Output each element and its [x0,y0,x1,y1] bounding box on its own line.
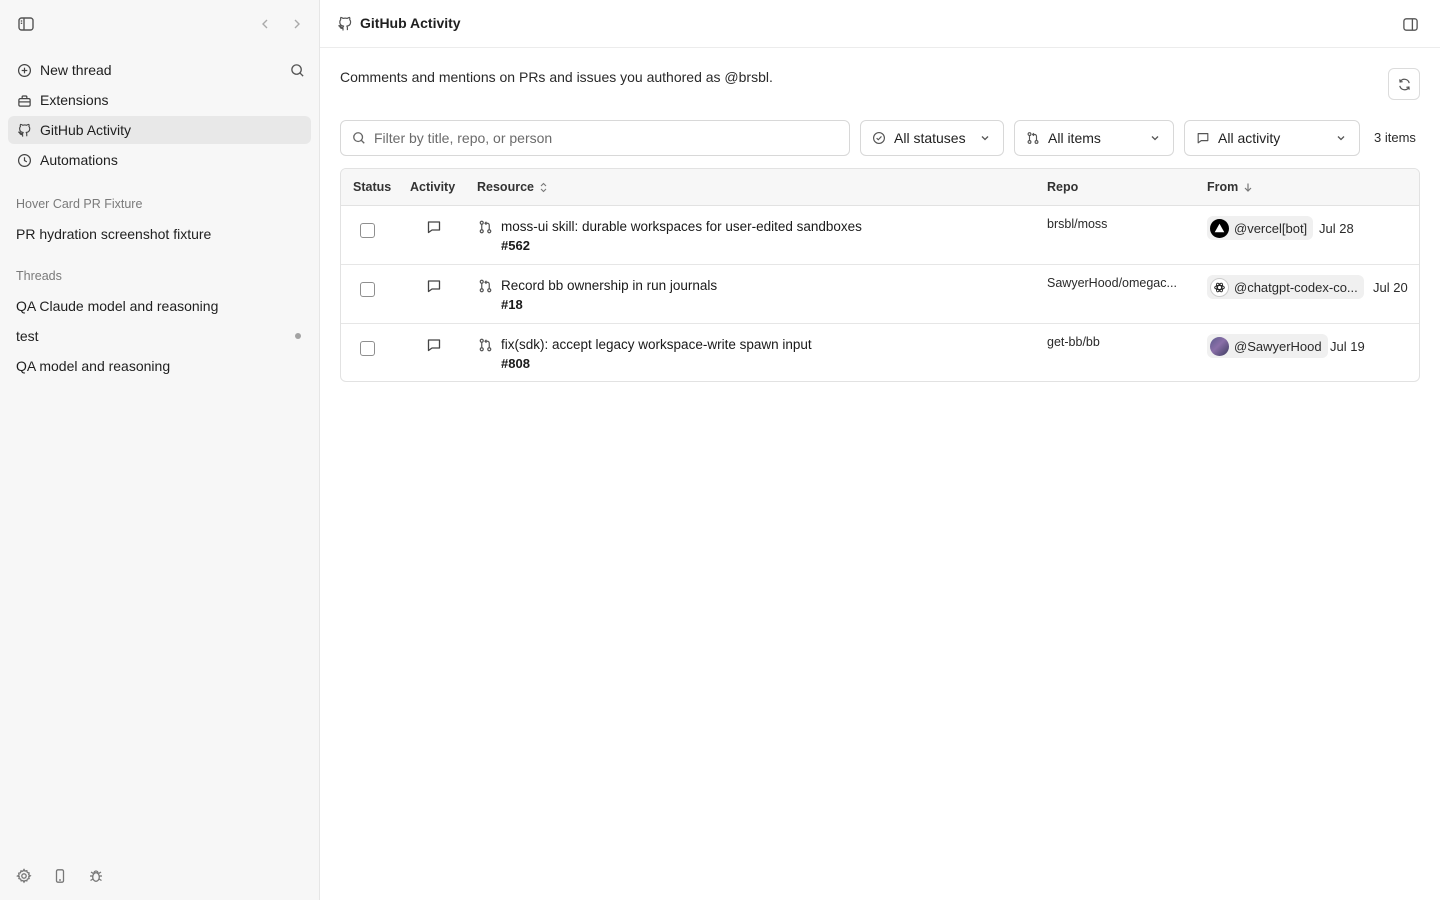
nav-label: GitHub Activity [40,122,132,138]
bug-icon[interactable] [87,867,105,885]
comment-icon [1196,131,1210,145]
resource-title[interactable]: moss-ui skill: durable workspaces for us… [501,219,862,234]
sidebar-item-automations[interactable]: Automations [8,146,311,174]
chevron-down-icon [979,132,991,144]
resource-number: #808 [501,356,530,371]
user-handle: @vercel[bot] [1234,220,1308,236]
thread-item[interactable]: QA Claude model and reasoning [8,292,311,320]
activity-table: Status Activity Resource Repo From moss-… [340,168,1420,382]
github-icon [16,122,32,138]
resource-number: #18 [501,297,523,312]
status-checkbox[interactable] [360,341,375,356]
mobile-icon[interactable] [51,867,69,885]
table-header: Status Activity Resource Repo From [341,169,1419,206]
thread-item[interactable]: QA model and reasoning [8,352,311,380]
section-title: Threads [16,269,62,283]
repo-name: SawyerHood/omegac... [1047,276,1177,290]
sort-down-arrow-icon [1243,182,1253,193]
page-description: Comments and mentions on PRs and issues … [340,69,773,85]
items-select-label: All items [1048,130,1101,146]
clock-icon [16,152,32,168]
column-header-resource-label: Resource [477,180,534,194]
status-select[interactable]: All statuses [860,120,1004,156]
user-pill[interactable]: @vercel[bot] [1207,216,1314,240]
activity-date: Jul 19 [1330,339,1365,354]
search-icon[interactable] [287,60,307,80]
back-chevron-icon[interactable] [255,14,275,34]
sidebar-item-extensions[interactable]: Extensions [8,86,311,114]
pull-request-icon [1026,131,1040,145]
table-row[interactable]: fix(sdk): accept legacy workspace-write … [341,324,1419,381]
sidebar-item-github-activity[interactable]: GitHub Activity [8,116,311,144]
unread-dot [295,333,301,339]
top-bar: GitHub Activity [320,0,1440,48]
column-header-resource[interactable]: Resource [477,180,548,194]
table-row[interactable]: Record bb ownership in run journals #18 … [341,265,1419,324]
sidebar-top-bar [0,0,319,48]
repo-name: get-bb/bb [1047,335,1100,349]
chevron-down-icon [1149,132,1161,144]
comment-icon [426,337,442,353]
filter-input[interactable] [374,130,834,146]
forward-chevron-icon[interactable] [287,14,307,34]
comment-icon [426,278,442,294]
toolbox-icon [16,92,32,108]
plus-circle-icon [16,62,32,78]
resource-number: #562 [501,238,530,253]
user-pill[interactable]: @chatgpt-codex-co... [1207,275,1364,299]
activity-select-label: All activity [1218,130,1281,146]
status-checkbox[interactable] [360,223,375,238]
refresh-button[interactable] [1388,68,1420,100]
sidebar: New thread Extensions GitHub Activity Au… [0,0,320,900]
nav-label: Automations [40,152,118,168]
search-icon [352,131,366,145]
pull-request-icon [478,337,493,353]
settings-icon[interactable] [15,867,33,885]
user-pill[interactable]: @SawyerHood [1207,334,1328,358]
sort-updown-icon [539,182,548,193]
chevron-down-icon [1335,132,1347,144]
item-count: 3 items [1374,130,1416,145]
openai-avatar [1210,277,1229,297]
main-panel: GitHub Activity Comments and mentions on… [320,0,1440,900]
github-icon [335,14,355,34]
column-header-repo[interactable]: Repo [1047,180,1078,194]
activity-date: Jul 20 [1373,280,1408,295]
resource-title[interactable]: fix(sdk): accept legacy workspace-write … [501,337,812,352]
items-select[interactable]: All items [1014,120,1174,156]
pull-request-icon [478,278,493,294]
column-header-activity[interactable]: Activity [410,180,455,194]
user-photo-avatar [1210,336,1229,356]
resource-title[interactable]: Record bb ownership in run journals [501,278,717,293]
pull-request-icon [478,219,493,235]
user-handle: @chatgpt-codex-co... [1234,279,1358,295]
refresh-icon [1397,77,1412,92]
nav-label: New thread [40,62,112,78]
comment-icon [426,219,442,235]
repo-name: brsbl/moss [1047,217,1108,231]
table-row[interactable]: moss-ui skill: durable workspaces for us… [341,206,1419,265]
status-select-label: All statuses [894,130,966,146]
nav-label: Extensions [40,92,109,108]
sidebar-toggle-icon[interactable] [16,14,36,34]
column-header-status[interactable]: Status [353,180,391,194]
thread-item[interactable]: test [8,322,311,350]
right-panel-toggle-icon[interactable] [1400,14,1420,34]
column-header-from-label: From [1207,180,1239,194]
page-title: GitHub Activity [360,15,461,31]
thread-item-label: test [16,328,39,344]
vercel-avatar [1210,218,1229,238]
status-checkbox[interactable] [360,282,375,297]
activity-select[interactable]: All activity [1184,120,1360,156]
column-header-from[interactable]: From [1207,180,1253,194]
activity-date: Jul 28 [1319,221,1354,236]
check-circle-icon [872,131,886,145]
thread-item[interactable]: PR hydration screenshot fixture [8,220,311,248]
user-handle: @SawyerHood [1234,338,1322,354]
filter-search-field[interactable] [340,120,850,156]
new-thread-button[interactable]: New thread [8,56,311,84]
section-title: Hover Card PR Fixture [16,197,143,211]
